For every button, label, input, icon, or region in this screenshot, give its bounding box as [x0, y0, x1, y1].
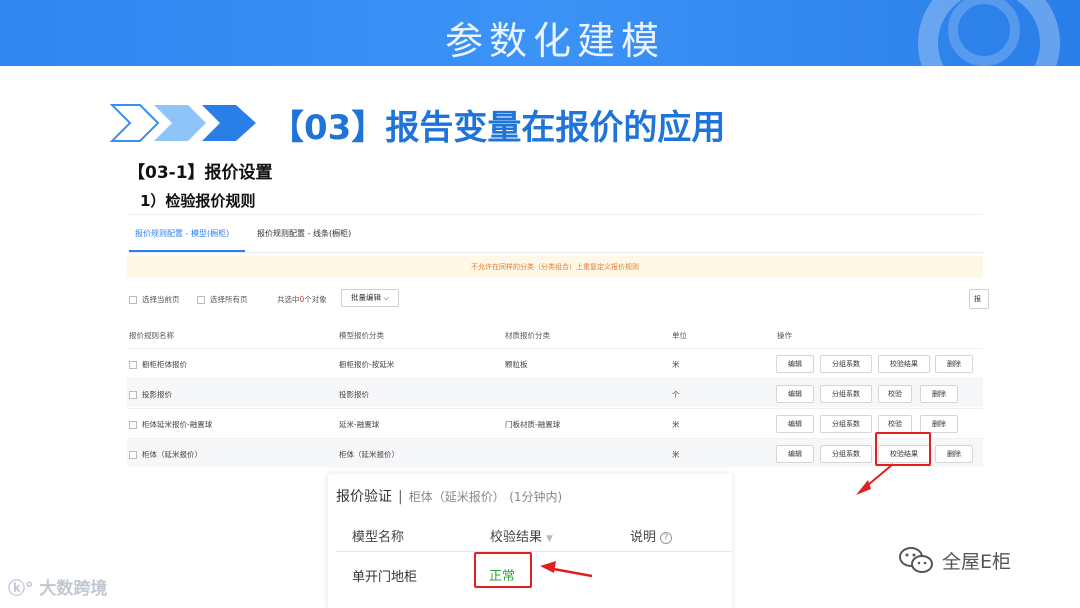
- watermark-right: 全屋E柜: [898, 546, 1011, 574]
- group-factor-button[interactable]: 分组系数: [820, 385, 872, 403]
- popup-table-header: 模型名称 校验结果 ▼ 说明?: [336, 516, 732, 552]
- section-title: 【03】报告变量在报价的应用: [270, 108, 726, 148]
- watermark-left: ⓚ° 大数跨境: [8, 579, 108, 599]
- table-row: 橱柜柜体报价 橱柜报价-按延米 颗粒板 米 编辑 分组系数 校验结果 删除: [127, 348, 983, 377]
- group-factor-button[interactable]: 分组系数: [820, 415, 872, 433]
- delete-button[interactable]: 删除: [935, 445, 973, 463]
- material-category: 颗粒板: [505, 360, 528, 369]
- col-check-result[interactable]: 校验结果 ▼: [490, 526, 553, 545]
- rule-name: 投影报价: [142, 390, 172, 399]
- check-button[interactable]: 校验: [878, 385, 912, 403]
- banner-title: 参数化建模: [444, 19, 665, 63]
- col-model-category: 模型报价分类: [339, 331, 384, 340]
- wechat-icon: [899, 547, 933, 573]
- delete-button[interactable]: 删除: [920, 415, 958, 433]
- col-material-category: 材质报价分类: [505, 331, 550, 340]
- popup-header: 报价验证 | 柜体（延米报价） (1分钟内): [336, 489, 563, 505]
- table-header: 报价规则名称 模型报价分类 材质报价分类 单位 操作: [127, 321, 983, 349]
- check-result-value: 正常: [489, 569, 516, 584]
- col-model-name: 模型名称: [352, 530, 405, 545]
- col-unit: 单位: [672, 331, 687, 340]
- warning-banner: 不允许在同样的分类（分类组合）上重复定义报价规则: [127, 256, 983, 278]
- model-category: 延米-融置球: [339, 420, 380, 429]
- edit-button[interactable]: 编辑: [776, 355, 814, 373]
- unit: 米: [672, 360, 680, 369]
- popup-result-row: 单开门地柜: [336, 556, 732, 590]
- rule-name: 柜体延米报价-融置球: [142, 420, 213, 429]
- row-checkbox[interactable]: [129, 361, 137, 369]
- popup-duration: (1分钟内): [509, 490, 563, 504]
- col-rule-name: 报价规则名称: [129, 331, 174, 340]
- top-banner: 参数化建模: [0, 0, 1080, 66]
- col-note: 说明?: [630, 526, 673, 545]
- edit-button[interactable]: 编辑: [776, 385, 814, 403]
- table-row: 柜体（延米报价） 柜体（延米报价） 米 编辑 分组系数 校验结果 删除: [127, 438, 983, 467]
- subsection-title: 【03-1】报价设置: [128, 163, 273, 183]
- highlight-box: [875, 432, 931, 466]
- chevron-arrows-icon: [110, 104, 256, 142]
- row-checkbox[interactable]: [129, 451, 137, 459]
- check-result-button[interactable]: 校验结果: [878, 355, 930, 373]
- tab-bar: 报价规则配置 - 模型(橱柜) 报价规则配置 - 线条(橱柜): [127, 215, 983, 253]
- check-button[interactable]: 校验: [878, 415, 912, 433]
- col-actions: 操作: [777, 331, 792, 340]
- sort-down-icon: ▼: [546, 534, 553, 544]
- model-category: 橱柜报价-按延米: [339, 360, 395, 369]
- active-tab-indicator: [129, 250, 245, 252]
- popup-subject: 柜体（延米报价）: [408, 490, 505, 504]
- model-category: 投影报价: [339, 390, 369, 399]
- batch-edit-button[interactable]: 批量编辑 ⌵: [341, 289, 399, 307]
- brand-logo-icon: ⓚ°: [8, 579, 34, 599]
- select-all-option[interactable]: 选择所有页: [197, 294, 248, 305]
- group-factor-button[interactable]: 分组系数: [820, 355, 872, 373]
- tab-model-rule[interactable]: 报价规则配置 - 模型(橱柜): [135, 228, 229, 239]
- delete-button[interactable]: 删除: [935, 355, 973, 373]
- edit-button[interactable]: 编辑: [776, 415, 814, 433]
- row-checkbox[interactable]: [129, 391, 137, 399]
- model-category: 柜体（延米报价）: [339, 450, 399, 459]
- unit: 个: [672, 390, 680, 399]
- row-checkbox[interactable]: [129, 421, 137, 429]
- table-row: 投影报价 投影报价 个 编辑 分组系数 校验 删除: [127, 378, 983, 407]
- tab-line-rule[interactable]: 报价规则配置 - 线条(橱柜): [257, 228, 351, 239]
- select-page-option[interactable]: 选择当前页: [129, 294, 180, 305]
- rule-name: 柜体（延米报价）: [142, 450, 202, 459]
- help-icon[interactable]: ?: [660, 532, 673, 544]
- checkbox[interactable]: [129, 296, 137, 304]
- toolbar: 选择当前页 选择所有页 共选中0个对象 批量编辑 ⌵ 报: [127, 287, 989, 311]
- chevron-down-icon: ⌵: [383, 293, 390, 302]
- edit-button[interactable]: 编辑: [776, 445, 814, 463]
- unit: 米: [672, 420, 680, 429]
- selection-count: 共选中0个对象: [277, 295, 327, 304]
- table-row: 柜体延米报价-融置球 延米-融置球 门板材质-融置球 米 编辑 分组系数 校验 …: [127, 408, 983, 437]
- material-category: 门板材质-融置球: [505, 420, 561, 429]
- step-title: 1）检验报价规则: [140, 192, 256, 210]
- rule-name: 橱柜柜体报价: [142, 360, 187, 369]
- popup-title: 报价验证: [336, 489, 392, 505]
- unit: 米: [672, 450, 680, 459]
- delete-button[interactable]: 删除: [920, 385, 958, 403]
- rule-config-panel: 报价规则配置 - 模型(橱柜) 报价规则配置 - 线条(橱柜) 不允许在同样的分…: [127, 214, 989, 492]
- truncated-button[interactable]: 报: [969, 289, 989, 309]
- checkbox[interactable]: [197, 296, 205, 304]
- model-name: 单开门地柜: [352, 570, 418, 585]
- group-factor-button[interactable]: 分组系数: [820, 445, 872, 463]
